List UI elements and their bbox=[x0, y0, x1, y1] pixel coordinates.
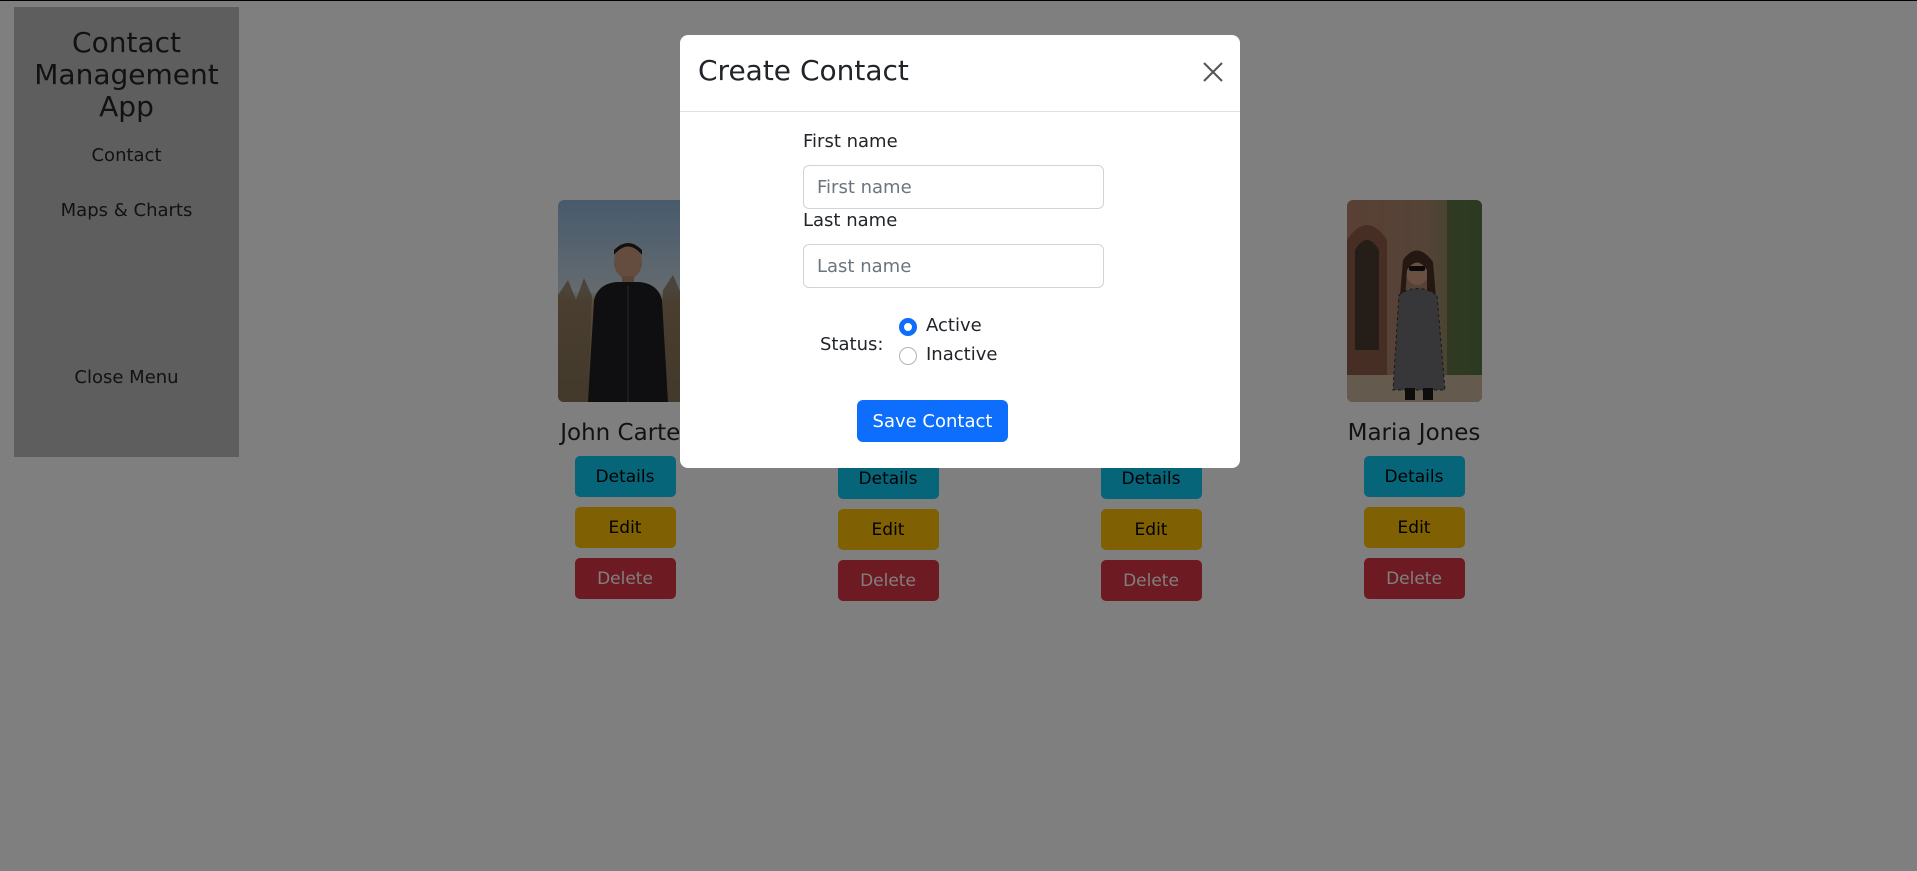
status-inactive-radio[interactable] bbox=[899, 347, 917, 365]
modal-title: Create Contact bbox=[698, 54, 909, 87]
last-name-input[interactable] bbox=[803, 244, 1104, 288]
status-active-label[interactable]: Active bbox=[926, 315, 982, 336]
first-name-label: First name bbox=[803, 131, 898, 152]
save-contact-button[interactable]: Save Contact bbox=[857, 400, 1008, 442]
first-name-input[interactable] bbox=[803, 165, 1104, 209]
modal-header: Create Contact bbox=[680, 35, 1240, 112]
close-icon[interactable] bbox=[1200, 59, 1226, 85]
status-label: Status: bbox=[820, 334, 884, 355]
last-name-label: Last name bbox=[803, 210, 898, 231]
status-active-radio[interactable] bbox=[899, 318, 917, 336]
status-inactive-label[interactable]: Inactive bbox=[926, 344, 997, 365]
create-contact-modal: Create Contact First name Last name Stat… bbox=[680, 35, 1240, 468]
